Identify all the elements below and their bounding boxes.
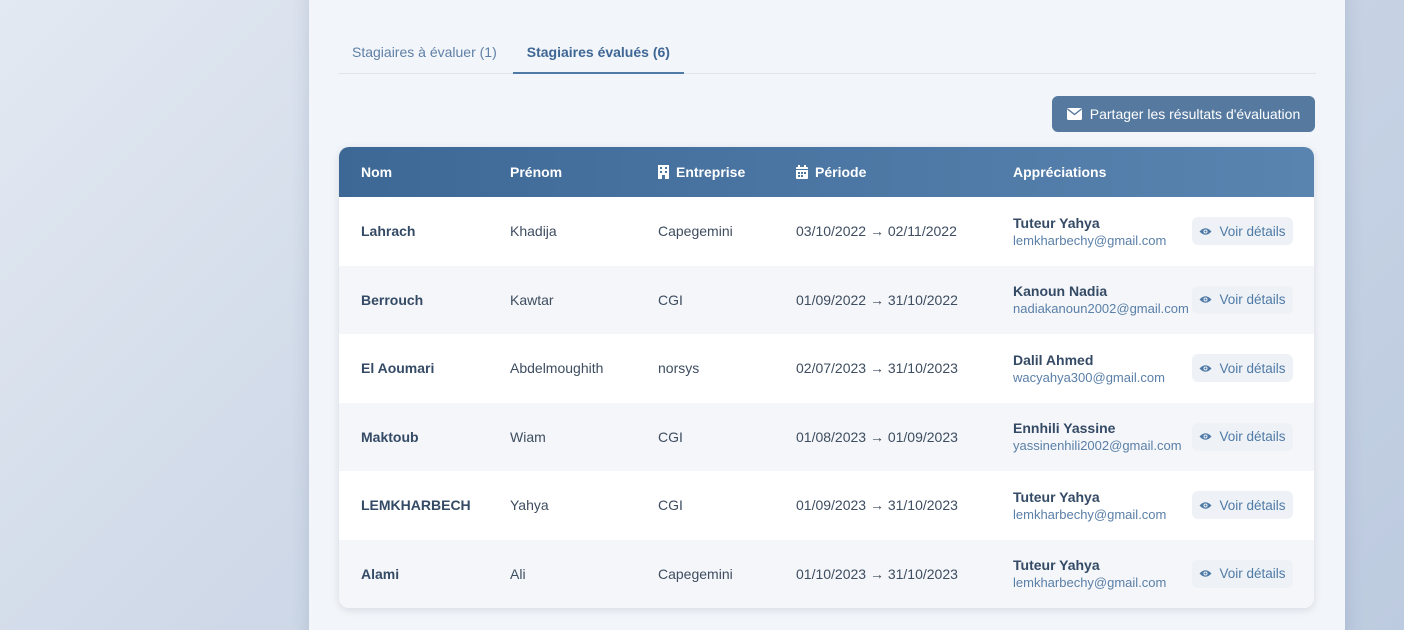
cell-nom: Alami (361, 565, 400, 582)
share-results-button[interactable]: Partager les résultats d'évaluation (1052, 96, 1315, 132)
table-row: Maktoub Wiam CGI 01/08/2023 → 01/09/2023… (339, 402, 1314, 472)
calendar-icon (796, 165, 808, 179)
cell-prenom: Khadija (510, 223, 557, 240)
view-details-button[interactable]: Voir détails (1192, 559, 1293, 588)
tutor-name: Tuteur Yahya (1013, 488, 1100, 505)
cell-periode: 02/07/2023 → 31/10/2023 (796, 360, 958, 377)
view-details-label: Voir détails (1219, 292, 1286, 308)
cell-entreprise: CGI (658, 291, 683, 308)
view-details-button[interactable]: Voir détails (1192, 422, 1293, 451)
cell-appreciations: Dalil Ahmed wacyahya300@gmail.com (1013, 334, 1165, 403)
share-results-label: Partager les résultats d'évaluation (1089, 106, 1301, 122)
cell-entreprise: CGI (658, 497, 683, 514)
eye-icon (1199, 569, 1212, 578)
tutor-name: Kanoun Nadia (1013, 283, 1108, 300)
tutor-email: lemkharbechy@gmail.com (1013, 506, 1167, 522)
cell-appreciations: Kanoun Nadia nadiakanoun2002@gmail.com (1013, 266, 1189, 335)
cell-nom: Lahrach (361, 223, 416, 240)
table-body: Lahrach Khadija Capegemini 03/10/2022 → … (339, 197, 1314, 608)
cell-appreciations: Ennhili Yassine yassinenhili2002@gmail.c… (1013, 403, 1182, 472)
table-row: Lahrach Khadija Capegemini 03/10/2022 → … (339, 197, 1314, 266)
cell-prenom: Wiam (510, 428, 546, 445)
header-appreciations: Appréciations (1013, 164, 1107, 180)
header-nom: Nom (361, 164, 393, 180)
cell-periode: 01/09/2023 → 31/10/2023 (796, 497, 958, 514)
cell-nom: LEMKHARBECH (361, 497, 471, 514)
cell-periode: 01/08/2023 → 01/09/2023 (796, 428, 958, 445)
view-details-label: Voir détails (1219, 360, 1286, 376)
cell-entreprise: Capegemini (658, 565, 733, 582)
view-details-label: Voir détails (1219, 497, 1286, 513)
view-details-label: Voir détails (1219, 566, 1286, 582)
cell-periode: 01/10/2023 → 31/10/2023 (796, 565, 958, 582)
tutor-name: Dalil Ahmed (1013, 351, 1094, 368)
cell-entreprise: norsys (658, 360, 700, 377)
view-details-label: Voir détails (1219, 429, 1286, 445)
table-row: Berrouch Kawtar CGI 01/09/2022 → 31/10/2… (339, 265, 1314, 335)
table-row: Alami Ali Capegemini 01/10/2023 → 31/10/… (339, 539, 1314, 609)
tutor-email: wacyahya300@gmail.com (1013, 369, 1165, 385)
table-header: Nom Prénom Entreprise Période Appréciati… (339, 147, 1314, 197)
cell-prenom: Kawtar (510, 291, 554, 308)
tutor-name: Tuteur Yahya (1013, 214, 1100, 231)
view-details-label: Voir détails (1219, 223, 1286, 239)
envelope-icon (1066, 108, 1082, 120)
tab-to-evaluate[interactable]: Stagiaires à évaluer (1) (338, 30, 511, 74)
tutor-email: lemkharbechy@gmail.com (1013, 232, 1167, 248)
view-details-button[interactable]: Voir détails (1192, 285, 1293, 314)
cell-periode: 03/10/2022 → 02/11/2022 (796, 223, 957, 240)
eye-icon (1199, 432, 1212, 441)
cell-appreciations: Tuteur Yahya lemkharbechy@gmail.com (1013, 471, 1166, 540)
view-details-button[interactable]: Voir détails (1192, 217, 1293, 246)
cell-prenom: Ali (510, 565, 526, 582)
cell-appreciations: Tuteur Yahya lemkharbechy@gmail.com (1013, 197, 1166, 266)
cell-nom: Maktoub (361, 428, 419, 445)
cell-nom: El Aoumari (361, 360, 435, 377)
eye-icon (1199, 364, 1212, 373)
table-row: LEMKHARBECH Yahya CGI 01/09/2023 → 31/10… (339, 471, 1314, 540)
evaluated-interns-table: Nom Prénom Entreprise Période Appréciati… (339, 147, 1314, 608)
header-entreprise: Entreprise (658, 147, 745, 197)
eye-icon (1199, 295, 1212, 304)
cell-prenom: Abdelmoughith (510, 360, 604, 377)
tutor-name: Ennhili Yassine (1013, 420, 1116, 437)
tab-bar: Stagiaires à évaluer (1) Stagiaires éval… (338, 30, 1316, 74)
building-icon (658, 165, 669, 179)
tutor-email: nadiakanoun2002@gmail.com (1013, 301, 1189, 317)
view-details-button[interactable]: Voir détails (1192, 491, 1293, 520)
cell-appreciations: Tuteur Yahya lemkharbechy@gmail.com (1013, 540, 1166, 609)
header-prenom: Prénom (510, 164, 563, 180)
eye-icon (1199, 227, 1212, 236)
cell-periode: 01/09/2022 → 31/10/2022 (796, 291, 958, 308)
tab-evaluated[interactable]: Stagiaires évalués (6) (512, 30, 684, 74)
tutor-email: lemkharbechy@gmail.com (1013, 575, 1167, 591)
header-periode: Période (796, 147, 866, 197)
cell-prenom: Yahya (510, 497, 549, 514)
cell-entreprise: Capegemini (658, 223, 733, 240)
eye-icon (1199, 501, 1212, 510)
cell-nom: Berrouch (361, 291, 424, 308)
tutor-email: yassinenhili2002@gmail.com (1013, 438, 1182, 454)
tutor-name: Tuteur Yahya (1013, 557, 1100, 574)
view-details-button[interactable]: Voir détails (1192, 354, 1293, 383)
cell-entreprise: CGI (658, 428, 683, 445)
table-row: El Aoumari Abdelmoughith norsys 02/07/20… (339, 334, 1314, 403)
